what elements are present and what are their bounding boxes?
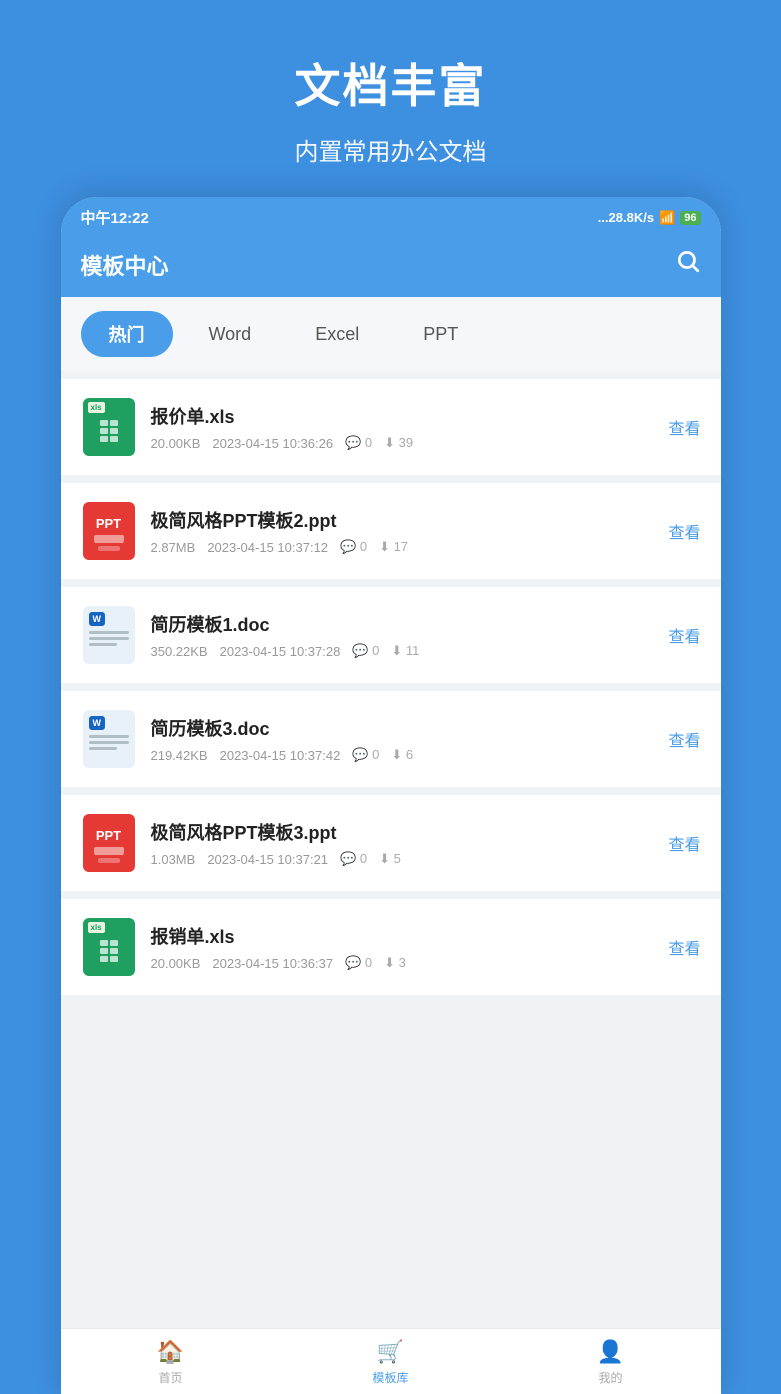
view-button[interactable]: 查看 [668,415,700,439]
tab-hot[interactable]: 热门 [81,311,173,357]
file-info: 极简风格PPT模板2.ppt 2.87MB 2023-04-15 10:37:1… [151,507,655,555]
file-info: 简历模板1.doc 350.22KB 2023-04-15 10:37:28 💬… [151,611,655,659]
nav-home[interactable]: 🏠 首页 [61,1339,281,1386]
file-size: 1.03MB [151,852,196,867]
list-item: PPT 极简风格PPT模板3.ppt 1.03MB 2023-04-15 10:… [61,795,721,891]
file-info: 报价单.xls 20.00KB 2023-04-15 10:36:26 💬 0 … [151,403,655,451]
status-time: 中午12:22 [81,207,149,228]
nav-mine[interactable]: 👤 我的 [501,1339,721,1386]
download-count: ⬇ 5 [379,851,401,867]
file-meta: 20.00KB 2023-04-15 10:36:26 💬 0 ⬇ 39 [151,435,655,451]
file-icon-doc: W [81,605,137,665]
phone-frame: 中午12:22 ...28.8K/s 📶 96 模板中心 热门 Word Exc… [61,197,721,1394]
file-date: 2023-04-15 10:37:12 [207,540,328,555]
hero-title: 文档丰富 [20,50,761,116]
download-count: ⬇ 17 [379,539,408,555]
nav-templates-label: 模板库 [372,1369,408,1386]
download-count: ⬇ 6 [391,747,413,763]
list-item: PPT 极简风格PPT模板2.ppt 2.87MB 2023-04-15 10:… [61,483,721,579]
status-bar: 中午12:22 ...28.8K/s 📶 96 [61,197,721,236]
file-name: 报销单.xls [151,923,655,949]
comment-count: 💬 0 [345,955,372,971]
comment-count: 💬 0 [352,643,379,659]
file-icon-doc: W [81,709,137,769]
tabs-section: 热门 Word Excel PPT [61,297,721,371]
view-button[interactable]: 查看 [668,727,700,751]
file-name: 报价单.xls [151,403,655,429]
file-meta: 350.22KB 2023-04-15 10:37:28 💬 0 ⬇ 11 [151,643,655,659]
nav-templates[interactable]: 🛒 模板库 [281,1339,501,1386]
file-info: 报销单.xls 20.00KB 2023-04-15 10:36:37 💬 0 … [151,923,655,971]
battery-icon: 96 [680,211,700,225]
file-list: 报价单.xls 20.00KB 2023-04-15 10:36:26 💬 0 … [61,371,721,1328]
download-count: ⬇ 39 [384,435,413,451]
templates-icon: 🛒 [377,1339,404,1365]
file-meta: 20.00KB 2023-04-15 10:36:37 💬 0 ⬇ 3 [151,955,655,971]
file-name: 简历模板3.doc [151,715,655,741]
view-button[interactable]: 查看 [668,519,700,543]
file-date: 2023-04-15 10:36:37 [212,956,333,971]
file-icon-ppt: PPT [81,501,137,561]
file-icon-xls [81,917,137,977]
hero-subtitle: 内置常用办公文档 [20,132,761,167]
nav-mine-label: 我的 [598,1369,622,1386]
status-network: ...28.8K/s [598,210,654,225]
file-meta: 2.87MB 2023-04-15 10:37:12 💬 0 ⬇ 17 [151,539,655,555]
file-date: 2023-04-15 10:37:28 [220,644,341,659]
view-button[interactable]: 查看 [668,935,700,959]
download-count: ⬇ 3 [384,955,406,971]
view-button[interactable]: 查看 [668,831,700,855]
file-meta: 219.42KB 2023-04-15 10:37:42 💬 0 ⬇ 6 [151,747,655,763]
file-size: 350.22KB [151,644,208,659]
hero-section: 文档丰富 内置常用办公文档 [0,0,781,197]
file-name: 极简风格PPT模板2.ppt [151,507,655,533]
comment-count: 💬 0 [345,435,372,451]
home-icon: 🏠 [157,1339,184,1365]
app-header: 模板中心 [61,236,721,297]
file-date: 2023-04-15 10:37:21 [207,852,328,867]
file-icon-xls [81,397,137,457]
comment-count: 💬 0 [340,539,367,555]
file-info: 简历模板3.doc 219.42KB 2023-04-15 10:37:42 💬… [151,715,655,763]
file-size: 20.00KB [151,956,201,971]
tab-ppt[interactable]: PPT [395,311,486,357]
file-info: 极简风格PPT模板3.ppt 1.03MB 2023-04-15 10:37:2… [151,819,655,867]
file-meta: 1.03MB 2023-04-15 10:37:21 💬 0 ⬇ 5 [151,851,655,867]
comment-count: 💬 0 [352,747,379,763]
tab-excel[interactable]: Excel [287,311,387,357]
list-item: W 简历模板3.doc 219.42KB 2023-04-15 10:37:42… [61,691,721,787]
file-icon-ppt: PPT [81,813,137,873]
list-item: 报价单.xls 20.00KB 2023-04-15 10:36:26 💬 0 … [61,379,721,475]
bottom-nav: 🏠 首页 🛒 模板库 👤 我的 [61,1328,721,1394]
list-item: W 简历模板1.doc 350.22KB 2023-04-15 10:37:28… [61,587,721,683]
status-signal-icon: 📶 [659,210,675,226]
header-title: 模板中心 [81,249,169,281]
file-name: 简历模板1.doc [151,611,655,637]
nav-home-label: 首页 [158,1369,182,1386]
comment-count: 💬 0 [340,851,367,867]
file-size: 219.42KB [151,748,208,763]
download-count: ⬇ 11 [391,643,419,659]
file-date: 2023-04-15 10:37:42 [220,748,341,763]
tab-word[interactable]: Word [181,311,280,357]
mine-icon: 👤 [597,1339,624,1365]
file-name: 极简风格PPT模板3.ppt [151,819,655,845]
file-size: 2.87MB [151,540,196,555]
file-date: 2023-04-15 10:36:26 [212,436,333,451]
file-size: 20.00KB [151,436,201,451]
view-button[interactable]: 查看 [668,623,700,647]
list-item: 报销单.xls 20.00KB 2023-04-15 10:36:37 💬 0 … [61,899,721,995]
status-right: ...28.8K/s 📶 96 [598,210,701,226]
search-button[interactable] [675,248,701,281]
